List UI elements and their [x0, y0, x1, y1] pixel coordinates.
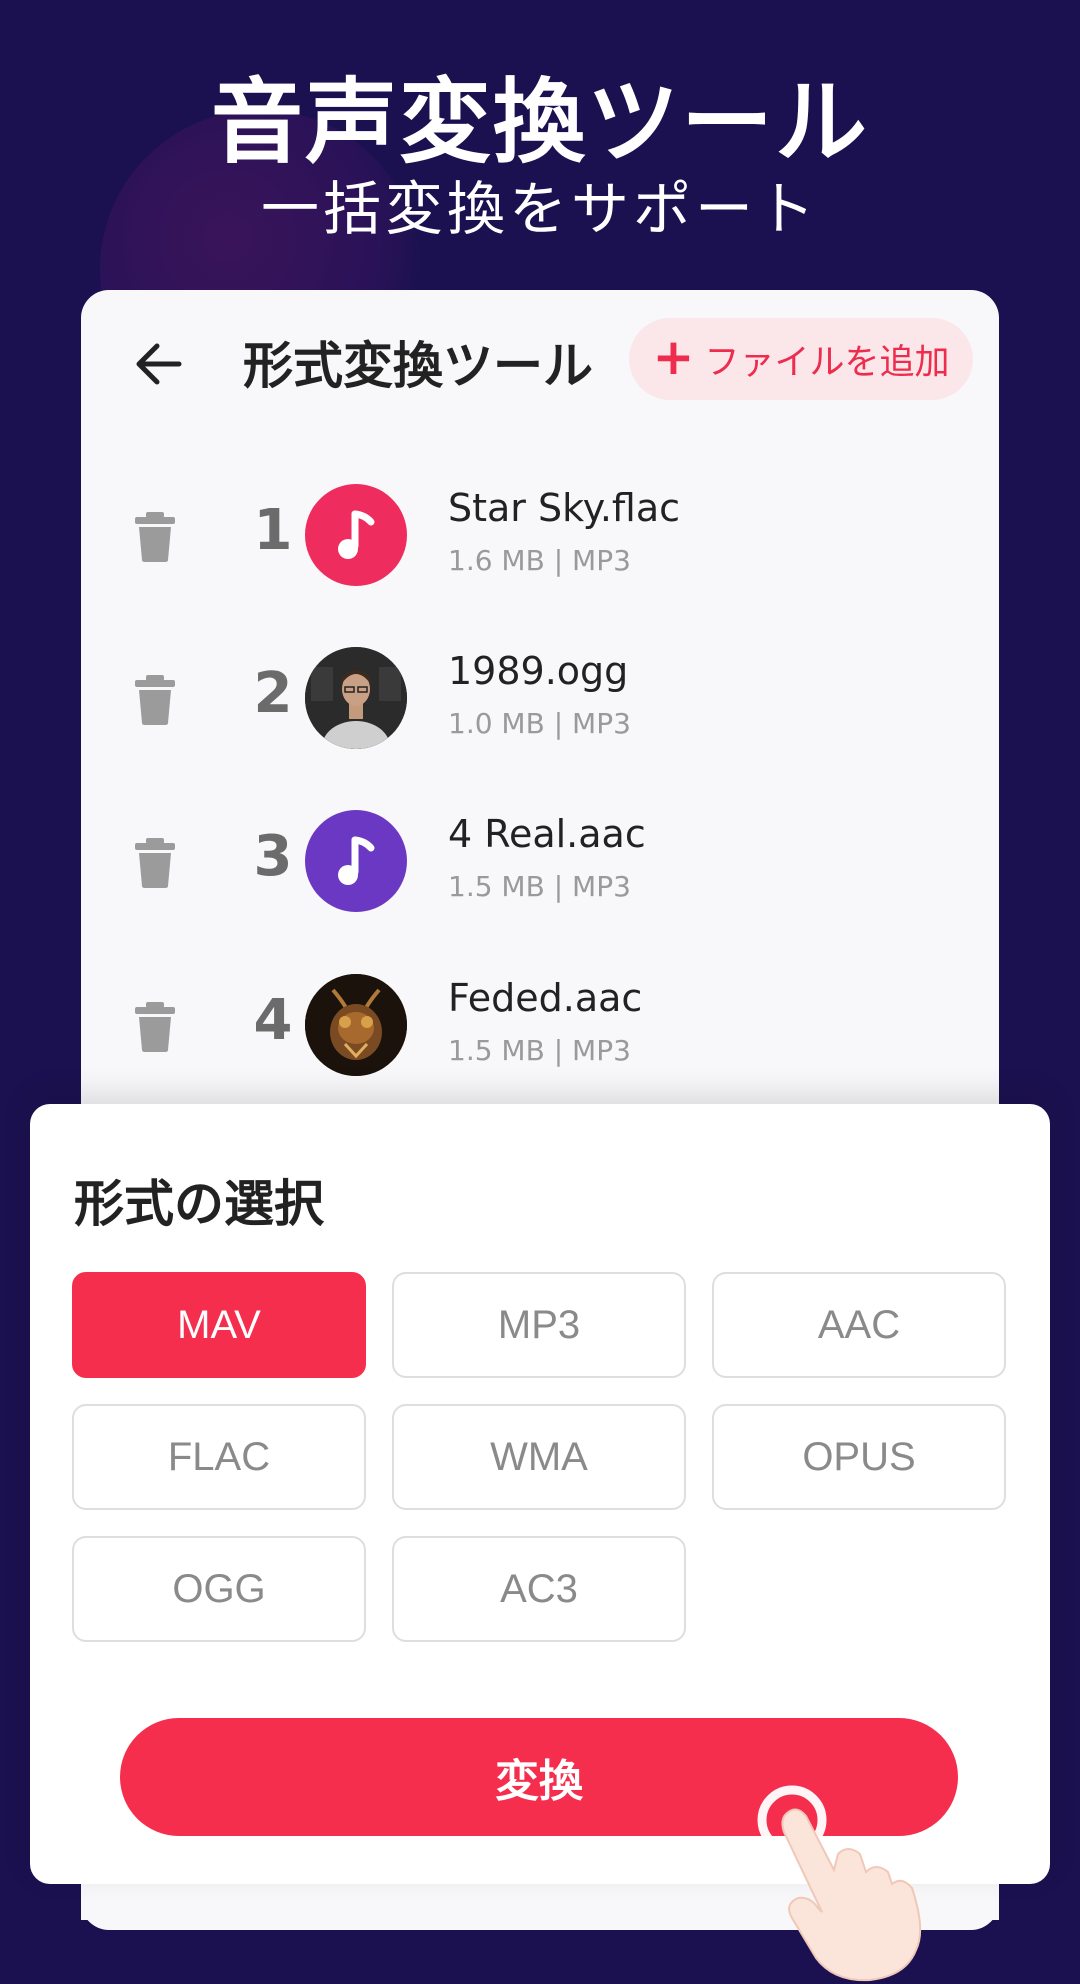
convert-label: 変換 [495, 1756, 583, 1807]
file-meta: 1.5 MB | MP3 [448, 1034, 631, 1067]
format-option-flac[interactable]: FLAC [72, 1404, 366, 1510]
format-option-opus[interactable]: OPUS [712, 1404, 1006, 1510]
file-index: 4 [253, 988, 293, 1053]
album-art-insect [305, 974, 407, 1076]
file-name: 1989.ogg [448, 649, 629, 693]
add-file-label: ファイルを追加 [704, 342, 950, 383]
promo-subtitle: 一括変換をサポート [260, 175, 819, 243]
plus-icon: + [652, 328, 695, 386]
file-row[interactable]: 2 1989.ogg 1.0 MB | MP3 [81, 635, 999, 755]
format-option-ogg[interactable]: OGG [72, 1536, 366, 1642]
add-file-button[interactable]: + ファイルを追加 [629, 318, 973, 400]
file-meta: 1.5 MB | MP3 [448, 870, 631, 903]
arrow-left-icon[interactable] [131, 336, 187, 392]
file-meta: 1.0 MB | MP3 [448, 707, 631, 740]
trash-icon[interactable] [133, 1002, 177, 1052]
format-option-wma[interactable]: WMA [392, 1404, 686, 1510]
trash-icon[interactable] [133, 512, 177, 562]
file-index: 1 [253, 498, 293, 563]
file-row[interactable]: 3 4 Real.aac 1.5 MB | MP3 [81, 798, 999, 918]
file-row[interactable]: 4 Feded.aac 1.5 MB | MP3 [81, 962, 999, 1082]
file-index: 2 [253, 661, 293, 726]
album-art-portrait [305, 647, 407, 749]
trash-icon[interactable] [133, 675, 177, 725]
file-index: 3 [253, 824, 293, 889]
format-select-sheet: 形式の選択 MAV MP3 AAC FLAC WMA OPUS OGG AC3 … [30, 1104, 1050, 1982]
format-option-mav[interactable]: MAV [72, 1272, 366, 1378]
file-name: 4 Real.aac [448, 812, 646, 856]
file-name: Star Sky.flac [448, 486, 681, 530]
trash-icon[interactable] [133, 838, 177, 888]
format-option-ac3[interactable]: AC3 [392, 1536, 686, 1642]
file-name: Feded.aac [448, 976, 643, 1020]
file-meta: 1.6 MB | MP3 [448, 544, 631, 577]
screen-title: 形式変換ツール [243, 337, 593, 395]
pointing-hand-icon [757, 1785, 922, 1982]
format-option-aac[interactable]: AAC [712, 1272, 1006, 1378]
sheet-title: 形式の選択 [74, 1175, 324, 1233]
format-option-mp3[interactable]: MP3 [392, 1272, 686, 1378]
file-row[interactable]: 1 Star Sky.flac 1.6 MB | MP3 [81, 472, 999, 592]
music-note-icon [305, 484, 407, 586]
music-note-icon [305, 810, 407, 912]
